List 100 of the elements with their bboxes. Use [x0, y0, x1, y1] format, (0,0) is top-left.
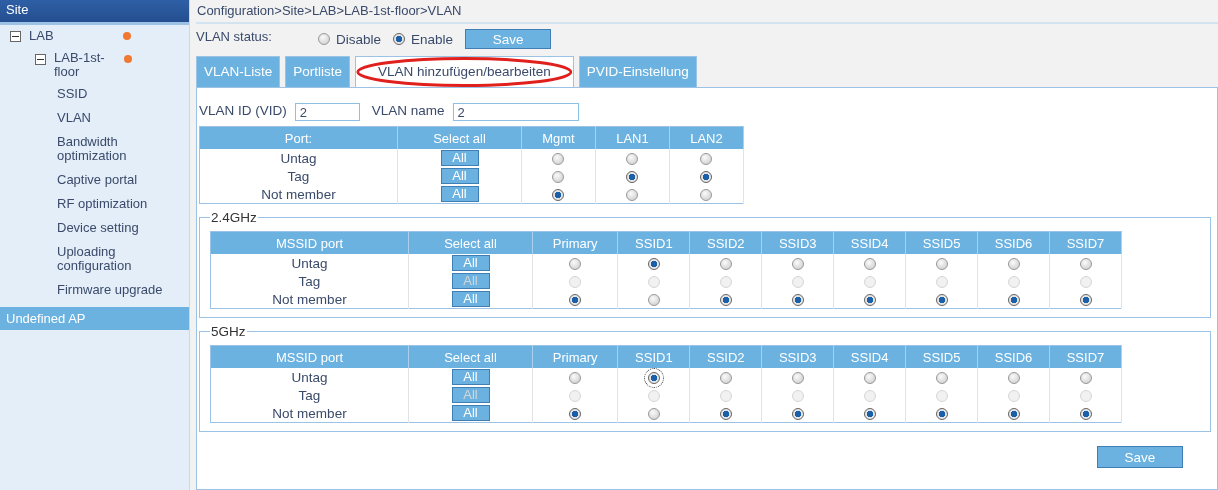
radio-button[interactable] [647, 372, 660, 385]
radio-button[interactable] [318, 33, 330, 45]
input-field[interactable]: 2 [452, 103, 579, 121]
tree-item[interactable]: LAB [29, 28, 115, 43]
tree-item[interactable]: Uploading configuration [0, 245, 177, 273]
radio-button[interactable] [552, 189, 565, 202]
row-label: Untag [210, 368, 409, 386]
radio-button[interactable] [863, 258, 876, 271]
radio-button[interactable] [1079, 258, 1092, 271]
collapse-icon[interactable] [10, 31, 21, 42]
column-header: SSID4 [833, 231, 906, 254]
radio-button[interactable] [863, 372, 876, 385]
tree-item[interactable]: Bandwidth optimization [0, 135, 177, 163]
column-header: SSID2 [689, 345, 762, 368]
row-label: Not member [199, 185, 398, 204]
radio-button[interactable] [647, 258, 660, 271]
column-header: Mgmt [521, 126, 596, 149]
column-header: LAN2 [669, 126, 744, 149]
column-header: SSID2 [689, 231, 762, 254]
radio-button[interactable] [1079, 372, 1092, 385]
tree-item[interactable]: Firmware upgrade [0, 283, 177, 297]
radio-button[interactable] [569, 258, 582, 271]
row-label: Tag [210, 272, 409, 290]
radio-button[interactable] [1079, 294, 1092, 307]
breadcrumb: Configuration>Site>LAB>LAB-1st-floor>VLAN [196, 0, 1218, 24]
radio-button[interactable] [552, 153, 565, 166]
tree-item[interactable]: Device setting [0, 221, 177, 235]
radio-button[interactable] [863, 294, 876, 307]
radio-button[interactable] [935, 294, 948, 307]
radio-button[interactable] [647, 294, 660, 307]
collapse-icon[interactable] [35, 54, 46, 65]
radio-button[interactable] [569, 294, 582, 307]
input-field[interactable]: 2 [294, 103, 360, 121]
column-header: SSID6 [977, 231, 1050, 254]
column-header: SSID7 [1049, 231, 1122, 254]
column-header: SSID1 [617, 345, 690, 368]
radio-button[interactable] [700, 171, 713, 184]
radio-button[interactable] [935, 408, 948, 421]
radio-button[interactable] [1007, 372, 1020, 385]
radio-button[interactable] [719, 372, 732, 385]
column-header: Port: [199, 126, 398, 149]
radio-button[interactable] [647, 408, 660, 421]
radio-button[interactable] [569, 408, 582, 421]
radio-button[interactable] [626, 189, 639, 202]
row-label: Untag [210, 254, 409, 272]
column-header: MSSID port [210, 345, 409, 368]
radio-button[interactable] [791, 258, 804, 271]
row-label: Tag [199, 167, 398, 185]
radio-button[interactable] [719, 258, 732, 271]
radio-label[interactable]: Disable [336, 31, 382, 47]
radio-button[interactable] [1007, 294, 1020, 307]
radio-button[interactable] [552, 171, 565, 184]
radio-button[interactable] [791, 372, 804, 385]
tree-item[interactable]: VLAN [0, 111, 177, 125]
column-header: Select all [408, 345, 533, 368]
tree-item[interactable]: SSID [0, 87, 177, 101]
tree-item[interactable]: RF optimization [0, 197, 177, 211]
group-title: 2.4GHz [210, 210, 258, 225]
column-header: Select all [408, 231, 533, 254]
field-label: VLAN ID (VID) [199, 102, 287, 118]
radio-button[interactable] [1007, 408, 1020, 421]
radio-button[interactable] [935, 258, 948, 271]
column-header: SSID4 [833, 345, 906, 368]
radio-button[interactable] [626, 171, 639, 184]
row-label: Not member [210, 290, 409, 309]
radio-button[interactable] [791, 294, 804, 307]
column-header: SSID3 [761, 345, 834, 368]
radio-button[interactable] [700, 153, 713, 166]
radio-button[interactable] [1007, 258, 1020, 271]
radio-button[interactable] [719, 294, 732, 307]
group-title: 5GHz [210, 324, 247, 339]
row-label: Untag [199, 149, 398, 167]
radio-button[interactable] [569, 372, 582, 385]
column-header: SSID1 [617, 231, 690, 254]
field-label: VLAN name [371, 102, 445, 118]
radio-button[interactable] [719, 408, 732, 421]
column-header: MSSID port [210, 231, 409, 254]
tree-item[interactable]: Captive portal [0, 173, 177, 187]
column-header: SSID7 [1049, 345, 1122, 368]
column-header: SSID5 [905, 231, 978, 254]
column-header: SSID5 [905, 345, 978, 368]
column-header: Select all [397, 126, 522, 149]
radio-button[interactable] [700, 189, 713, 202]
radio-label[interactable]: Enable [411, 31, 454, 47]
column-header: Primary [532, 231, 618, 254]
radio-button[interactable] [393, 33, 406, 45]
radio-button[interactable] [863, 408, 876, 421]
row-label: Tag [210, 386, 409, 404]
radio-button[interactable] [626, 153, 639, 166]
radio-button[interactable] [791, 408, 804, 421]
column-header: LAN1 [595, 126, 670, 149]
column-header: SSID6 [977, 345, 1050, 368]
tree-item[interactable]: LAB-1st-floor [54, 51, 116, 79]
column-header: Primary [532, 345, 618, 368]
column-header: SSID3 [761, 231, 834, 254]
radio-button[interactable] [935, 372, 948, 385]
sidebar-header: Site [0, 0, 189, 25]
row-label: Not member [210, 404, 409, 423]
radio-button[interactable] [1079, 408, 1092, 421]
tab[interactable]: VLAN hinzufügen/bearbeiten [355, 56, 574, 87]
